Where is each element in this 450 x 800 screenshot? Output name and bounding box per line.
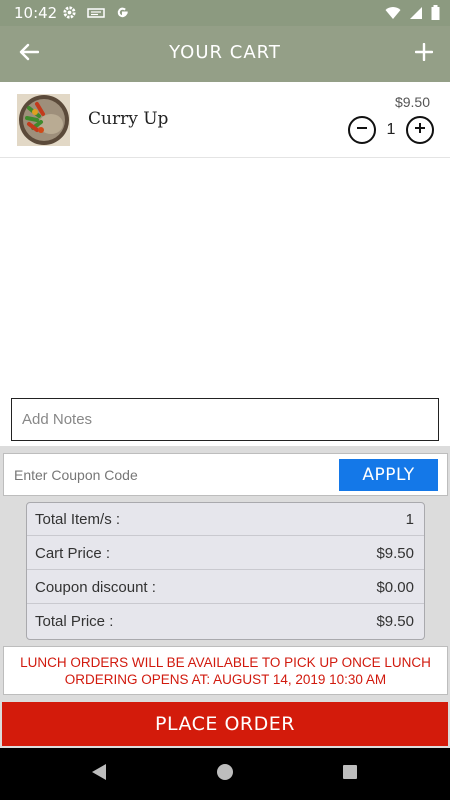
notice-line: ORDERING OPENS AT: AUGUST 14, 2019 10:30… bbox=[64, 672, 387, 687]
summary-row-cart-price: Cart Price : $9.50 bbox=[27, 537, 424, 570]
coupon-input[interactable] bbox=[4, 454, 334, 495]
square-recents-icon bbox=[342, 764, 358, 785]
quantity-value: 1 bbox=[386, 121, 396, 138]
item-thumbnail bbox=[17, 94, 70, 146]
app-header: YOUR CART bbox=[0, 26, 450, 82]
notes-input[interactable] bbox=[11, 398, 439, 441]
summary-label: Cart Price : bbox=[35, 545, 111, 562]
place-order-button[interactable]: PLACE ORDER bbox=[2, 702, 448, 746]
apply-coupon-button[interactable]: APPLY bbox=[339, 459, 438, 491]
nav-home-button[interactable] bbox=[215, 763, 235, 786]
triangle-back-icon bbox=[91, 763, 107, 786]
coupon-row: APPLY bbox=[3, 453, 448, 496]
lunch-order-notice: LUNCH ORDERS WILL BE AVAILABLE TO PICK U… bbox=[3, 646, 448, 695]
circle-home-icon bbox=[216, 763, 234, 786]
summary-value: 1 bbox=[405, 511, 414, 528]
gear-icon bbox=[62, 5, 77, 25]
summary-label: Coupon discount : bbox=[35, 579, 156, 596]
summary-value: $9.50 bbox=[376, 613, 414, 630]
status-left-icons bbox=[62, 5, 130, 25]
summary-row-total-items: Total Item/s : 1 bbox=[27, 503, 424, 536]
order-summary: Total Item/s : 1 Cart Price : $9.50 Coup… bbox=[26, 502, 425, 640]
summary-value: $9.50 bbox=[376, 545, 414, 562]
system-nav-bar bbox=[0, 748, 450, 800]
item-price: $9.50 bbox=[394, 94, 430, 110]
battery-icon bbox=[431, 5, 440, 25]
news-icon bbox=[87, 6, 105, 24]
status-time: 10:42 bbox=[14, 4, 58, 22]
nav-recents-button[interactable] bbox=[340, 764, 360, 784]
wifi-icon bbox=[385, 6, 401, 25]
plus-icon bbox=[414, 42, 434, 66]
nav-back-button[interactable] bbox=[89, 763, 109, 786]
summary-row-coupon-discount: Coupon discount : $0.00 bbox=[27, 571, 424, 604]
signal-icon bbox=[409, 6, 423, 25]
plus-icon bbox=[413, 121, 427, 140]
status-right-icons bbox=[385, 5, 440, 25]
google-icon bbox=[115, 5, 130, 25]
increase-quantity-button[interactable] bbox=[406, 116, 434, 144]
quantity-stepper: 1 bbox=[348, 116, 434, 144]
decrease-quantity-button[interactable] bbox=[348, 116, 376, 144]
summary-label: Total Price : bbox=[35, 613, 114, 630]
add-item-button[interactable] bbox=[410, 40, 438, 68]
page-title: YOUR CART bbox=[169, 42, 281, 63]
item-name: Curry Up bbox=[88, 109, 169, 129]
summary-label: Total Item/s : bbox=[35, 511, 121, 528]
summary-row-total-price: Total Price : $9.50 bbox=[27, 605, 424, 638]
cart-item: Curry Up $9.50 1 bbox=[0, 82, 450, 158]
summary-value: $0.00 bbox=[376, 579, 414, 596]
status-bar: 10:42 bbox=[0, 0, 450, 26]
notice-line: LUNCH ORDERS WILL BE AVAILABLE TO PICK U… bbox=[20, 655, 431, 670]
minus-icon bbox=[355, 121, 369, 140]
